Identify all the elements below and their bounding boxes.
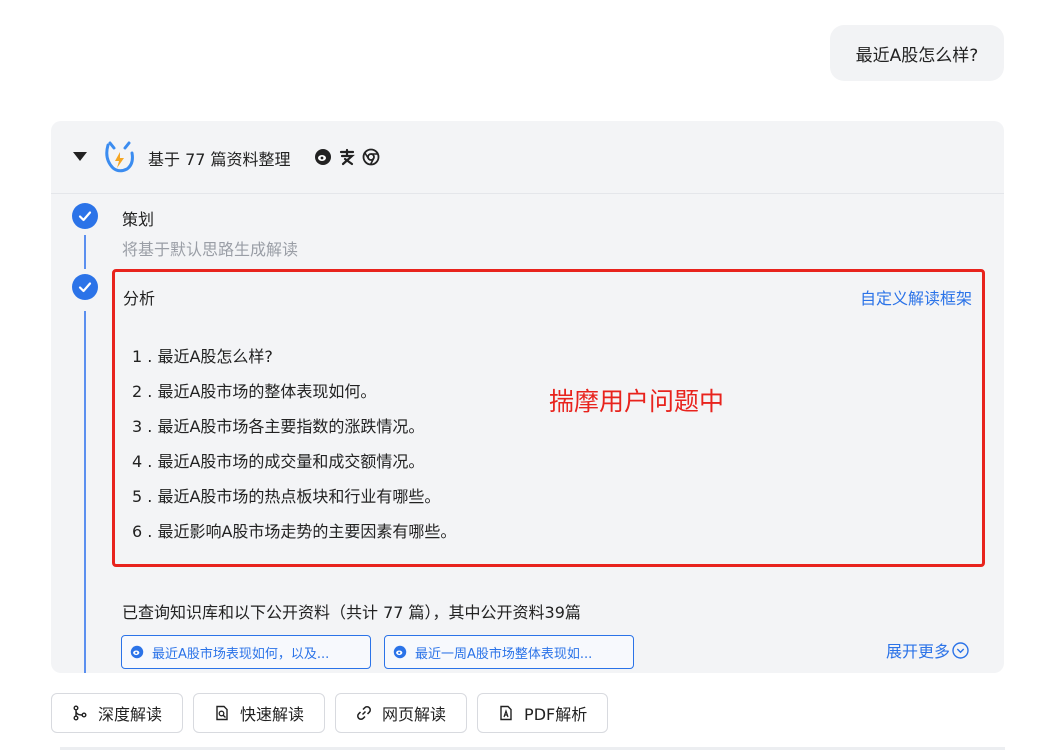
weibo-icon (315, 149, 331, 165)
pdf-icon (500, 705, 512, 721)
step-check-icon (72, 274, 98, 300)
deep-read-label: 深度解读 (98, 705, 163, 724)
collapse-caret-icon[interactable] (73, 152, 87, 161)
sources-summary: 已查询知识库和以下公开资料（共计 77 篇），其中公开资料39篇 (122, 603, 581, 622)
link-icon (357, 706, 371, 720)
list-item: 5 . 最近A股市场的热点板块和行业有哪些。 (132, 487, 441, 506)
weibo-icon (393, 645, 407, 659)
panel-header[interactable]: 基于 77 篇资料整理 (51, 121, 1004, 194)
timeline-connector (84, 235, 86, 269)
source-chip[interactable]: 最近A股市场表现如何，以及... (121, 635, 371, 669)
step-title-analysis: 分析 (123, 289, 156, 308)
action-bar: 深度解读 快速解读 网页解读 PDF解析 (51, 693, 609, 733)
list-item: 1 . 最近A股怎么样? (132, 347, 273, 366)
analysis-section: 分析 自定义解读框架 1 . 最近A股怎么样? 2 . 最近A股市场的整体表现如… (112, 269, 985, 567)
expand-more-button[interactable]: 展开更多 (886, 638, 969, 662)
expand-more-label: 展开更多 (886, 642, 951, 661)
source-chip-label: 最近一周A股市场整体表现如... (415, 646, 593, 662)
deep-read-button[interactable]: 深度解读 (51, 693, 184, 733)
weibo-icon (130, 645, 144, 659)
pdf-parse-label: PDF解析 (524, 705, 588, 724)
quick-read-label: 快速解读 (240, 705, 305, 724)
question-list: 1 . 最近A股怎么样? 2 . 最近A股市场的整体表现如何。 3 . 最近A股… (132, 347, 456, 557)
chevron-down-icon (952, 641, 969, 659)
list-item: 6 . 最近影响A股市场走势的主要因素有哪些。 (132, 522, 457, 541)
list-item: 4 . 最近A股市场的成交量和成交额情况。 (132, 452, 425, 471)
customize-framework-link[interactable]: 自定义解读框架 (860, 285, 972, 309)
branch-icon (73, 705, 87, 721)
timeline-connector (84, 311, 86, 673)
document-search-icon (216, 705, 228, 721)
answer-panel: 基于 77 篇资料整理 策划 将基于默认思路生成解读 分析 自定义解读框架 1 … (51, 121, 1004, 673)
source-icons (314, 148, 380, 166)
user-message-bubble: 最近A股怎么样? (830, 25, 1004, 81)
webpage-read-label: 网页解读 (382, 705, 447, 724)
thinking-status: 揣摩用户问题中 (549, 387, 725, 416)
chrome-icon (362, 148, 380, 166)
list-item: 3 . 最近A股市场各主要指数的涨跌情况。 (132, 417, 425, 436)
user-message-text: 最近A股怎么样? (855, 45, 979, 66)
list-item: 2 . 最近A股市场的整体表现如何。 (132, 382, 377, 401)
panel-header-title: 基于 77 篇资料整理 (148, 150, 291, 169)
source-chip-label: 最近A股市场表现如何，以及... (152, 646, 330, 662)
zhihu-icon (339, 148, 355, 166)
step-subtitle-plan: 将基于默认思路生成解读 (122, 240, 299, 259)
pdf-parse-button[interactable]: PDF解析 (477, 693, 609, 733)
step-title-plan: 策划 (122, 210, 155, 229)
assistant-logo-icon (105, 141, 134, 173)
source-chip[interactable]: 最近一周A股市场整体表现如... (384, 635, 634, 669)
webpage-read-button[interactable]: 网页解读 (335, 693, 468, 733)
step-check-icon (72, 203, 98, 229)
quick-read-button[interactable]: 快速解读 (193, 693, 326, 733)
